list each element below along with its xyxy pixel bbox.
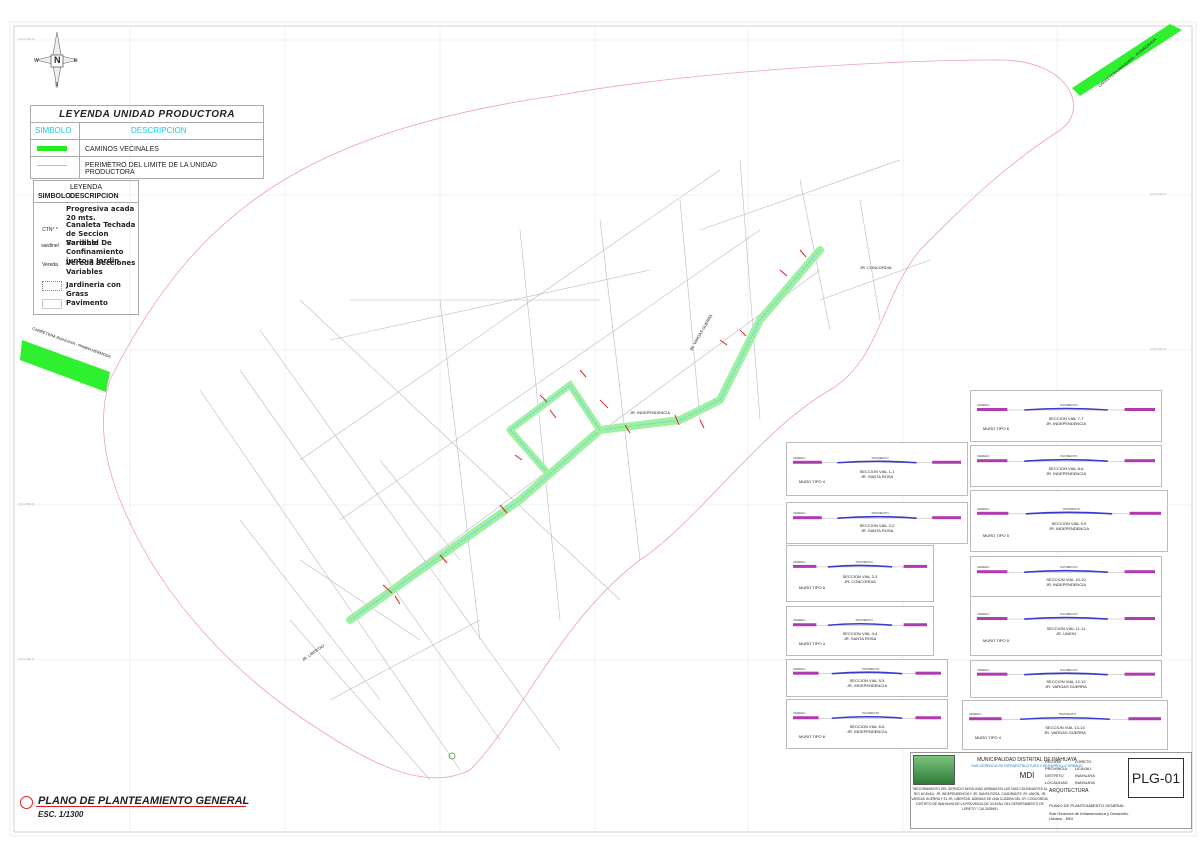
legend-symbol: sardinel — [41, 243, 59, 249]
road-label-concordia: JR. CONCORDIA — [860, 265, 892, 270]
section-muro: MURO TIPO 4 — [799, 640, 825, 646]
section-detail: VEREDA PAVIMENTO SECCION VIAL 10-10 JR. … — [970, 556, 1162, 598]
compass-s: S — [55, 82, 59, 88]
section-pavement-label: PAVIMENTO — [855, 559, 873, 564]
section-detail: VEREDA PAVIMENTO SECCION VIAL 3-3 JR. CO… — [786, 545, 934, 602]
legend-symbol: CTN° * — [42, 227, 58, 233]
section-pavement-label: PAVIMENTO — [1060, 612, 1078, 617]
municipal-logo — [913, 755, 955, 785]
section-vereda-label: VEREDA — [793, 618, 806, 623]
section-muro: MURO TIPO 4 — [975, 734, 1001, 740]
section-detail: VEREDA PAVIMENTO SECCION VIAL 2-2 JR. SA… — [786, 502, 968, 544]
section-pavement-label: PAVIMENTO — [862, 711, 880, 716]
legend-symbol: Vereda — [42, 262, 58, 268]
section-vereda-label: VEREDA — [793, 666, 806, 671]
section-street: JR. INDEPENDENCIA — [1045, 582, 1086, 587]
section-street: JR. INDEPENDENCIA — [1045, 471, 1086, 476]
sheet-code: PLG-01 — [1128, 758, 1184, 798]
section-street: JR. CONCORDIA — [844, 578, 876, 584]
section-muro: MURO TIPO 5 — [799, 584, 825, 590]
section-street: JR. SANTA ROSA — [860, 474, 894, 479]
legend-title: LEYENDA — [69, 183, 103, 191]
office-name: Sub Gerencia de Infraestructura y Desarr… — [1049, 811, 1129, 821]
project-description: "MEJORAMIENTO DEL SERVICIO MOVILIDAD URB… — [911, 787, 1049, 811]
section-pavement-label: PAVIMENTO — [1058, 712, 1077, 717]
section-vereda-label: VEREDA — [793, 711, 806, 716]
legend-productora-col-desc: DESCRIPCION — [131, 126, 187, 135]
legend-col-symbol: SIMBOLO — [38, 193, 71, 200]
grass-swatch — [42, 281, 62, 291]
legend-item: Vereda Secciones Variables — [66, 259, 136, 276]
section-detail: VEREDA PAVIMENTO SECCION VIAL 9-9 JR. IN… — [970, 490, 1168, 552]
compass-e: E — [74, 58, 78, 64]
section-muro: MURO TIPO 6 — [799, 733, 825, 739]
section-vereda-label: VEREDA — [977, 612, 990, 617]
legend-col-desc: DESCRIPCION — [70, 193, 119, 200]
section-pavement-label: PAVIMENTO — [862, 666, 880, 671]
legend-pink-swatch — [37, 165, 67, 166]
section-detail: VEREDA PAVIMENTO SECCION VIAL 6-6 JR. IN… — [786, 699, 948, 749]
road-label-independencia: JR. INDEPENDENCIA — [630, 410, 671, 415]
section-vereda-label: VEREDA — [977, 454, 990, 459]
section-vereda-label: VEREDA — [793, 511, 806, 516]
section-street: JR. INDEPENDENCIA — [1048, 526, 1089, 531]
section-muro: MURO TIPO 4 — [799, 479, 825, 485]
north-arrow: N W E S — [34, 30, 80, 90]
section-pavement-label: PAVIMENTO — [855, 618, 873, 623]
legend-green-swatch — [37, 146, 67, 151]
legend-productora: LEYENDA UNIDAD PRODUCTORA SIMBOLO DESCRI… — [30, 105, 264, 179]
section-muro: MURO TIPO 5 — [983, 533, 1009, 538]
legend-productora-col-symbol: SIMBOLO — [35, 126, 72, 135]
section-pavement-label: PAVIMENTO — [871, 455, 889, 460]
section-detail: VEREDA PAVIMENTO SECCION VIAL 1-1 JR. SA… — [786, 442, 968, 496]
svg-text:9 212 200 N: 9 212 200 N — [18, 37, 34, 41]
plan-scale: ESC. 1/1300 — [38, 810, 84, 819]
section-muro: MURO TIPO 6 — [983, 426, 1009, 431]
section-street: JR. VARGAS GUERRA — [1045, 684, 1087, 689]
section-pavement-label: PAVIMENTO — [871, 511, 889, 516]
legend-item: Jardineria con Grass — [66, 281, 121, 298]
section-detail: VEREDA PAVIMENTO SECCION VIAL 4-4 JR. SA… — [786, 606, 934, 656]
section-vereda-label: VEREDA — [793, 455, 806, 460]
section-pavement-label: PAVIMENTO — [1060, 667, 1078, 672]
section-vereda-label: VEREDA — [969, 712, 982, 717]
section-vereda-label: VEREDA — [977, 403, 990, 407]
section-detail: VEREDA PAVIMENTO SECCION VIAL 7-7 JR. IN… — [970, 390, 1162, 442]
section-pavement-label: PAVIMENTO — [1060, 565, 1078, 570]
compass-n: N — [54, 55, 61, 65]
section-street: JR. INDEPENDENCIA — [846, 683, 887, 688]
section-pavement-label: PAVIMENTO — [1060, 454, 1078, 459]
section-vereda-label: VEREDA — [977, 667, 990, 672]
compass-w: W — [34, 58, 39, 64]
drawing-sheet: 9 212 200 N 9 211 800 N 9 211 600 N 9 212 … — [0, 0, 1200, 849]
section-street: JR. SANTA ROSA — [860, 528, 894, 533]
section-vereda-label: VEREDA — [977, 506, 990, 511]
specialty: ARQUITECTURA — [1049, 788, 1089, 794]
section-pavement-label: PAVIMENTO — [1060, 403, 1078, 407]
section-detail: VEREDA PAVIMENTO SECCION VIAL 5-5 JR. IN… — [786, 659, 948, 697]
svg-text:9 211 600 N: 9 211 600 N — [18, 657, 34, 661]
pavement-swatch — [42, 299, 62, 309]
section-detail: VEREDA PAVIMENTO SECCION VIAL 12-12 JR. … — [970, 660, 1162, 698]
title-marker — [20, 796, 33, 809]
legend-productora-item: CAMINOS VECINALES — [85, 146, 159, 153]
svg-text:9 212 000 N: 9 212 000 N — [1150, 192, 1166, 196]
section-vereda-label: VEREDA — [793, 559, 806, 564]
svg-text:9 211 800 N: 9 211 800 N — [18, 502, 34, 506]
section-detail: VEREDA PAVIMENTO SECCION VIAL 11-11 JR. … — [970, 596, 1162, 656]
legend-productora-item: PERIMETRO DEL LIMITE DE LA UNIDAD PRODUC… — [85, 162, 217, 176]
legend-productora-title: LEYENDA UNIDAD PRODUCTORA — [59, 109, 235, 120]
svg-text:9 211 800 N: 9 211 800 N — [1150, 347, 1166, 351]
legend-item: Pavimento — [66, 299, 108, 307]
section-muro: MURO TIPO 5 — [983, 637, 1009, 643]
legend: LEYENDA SIMBOLO DESCRIPCION Progresiva a… — [33, 180, 139, 315]
highway-left — [20, 340, 110, 392]
section-detail: VEREDA PAVIMENTO SECCION VIAL 8-8 JR. IN… — [970, 445, 1162, 487]
section-pavement-label: PAVIMENTO — [1063, 506, 1081, 511]
section-vereda-label: VEREDA — [977, 565, 990, 570]
section-street: JR. UNION — [1056, 631, 1076, 636]
section-detail: VEREDA PAVIMENTO SECCION VIAL 13-13 JR. … — [962, 700, 1168, 750]
plan-name: PLANO DE PLANTEAMIENTO GENERAL — [1049, 803, 1125, 808]
